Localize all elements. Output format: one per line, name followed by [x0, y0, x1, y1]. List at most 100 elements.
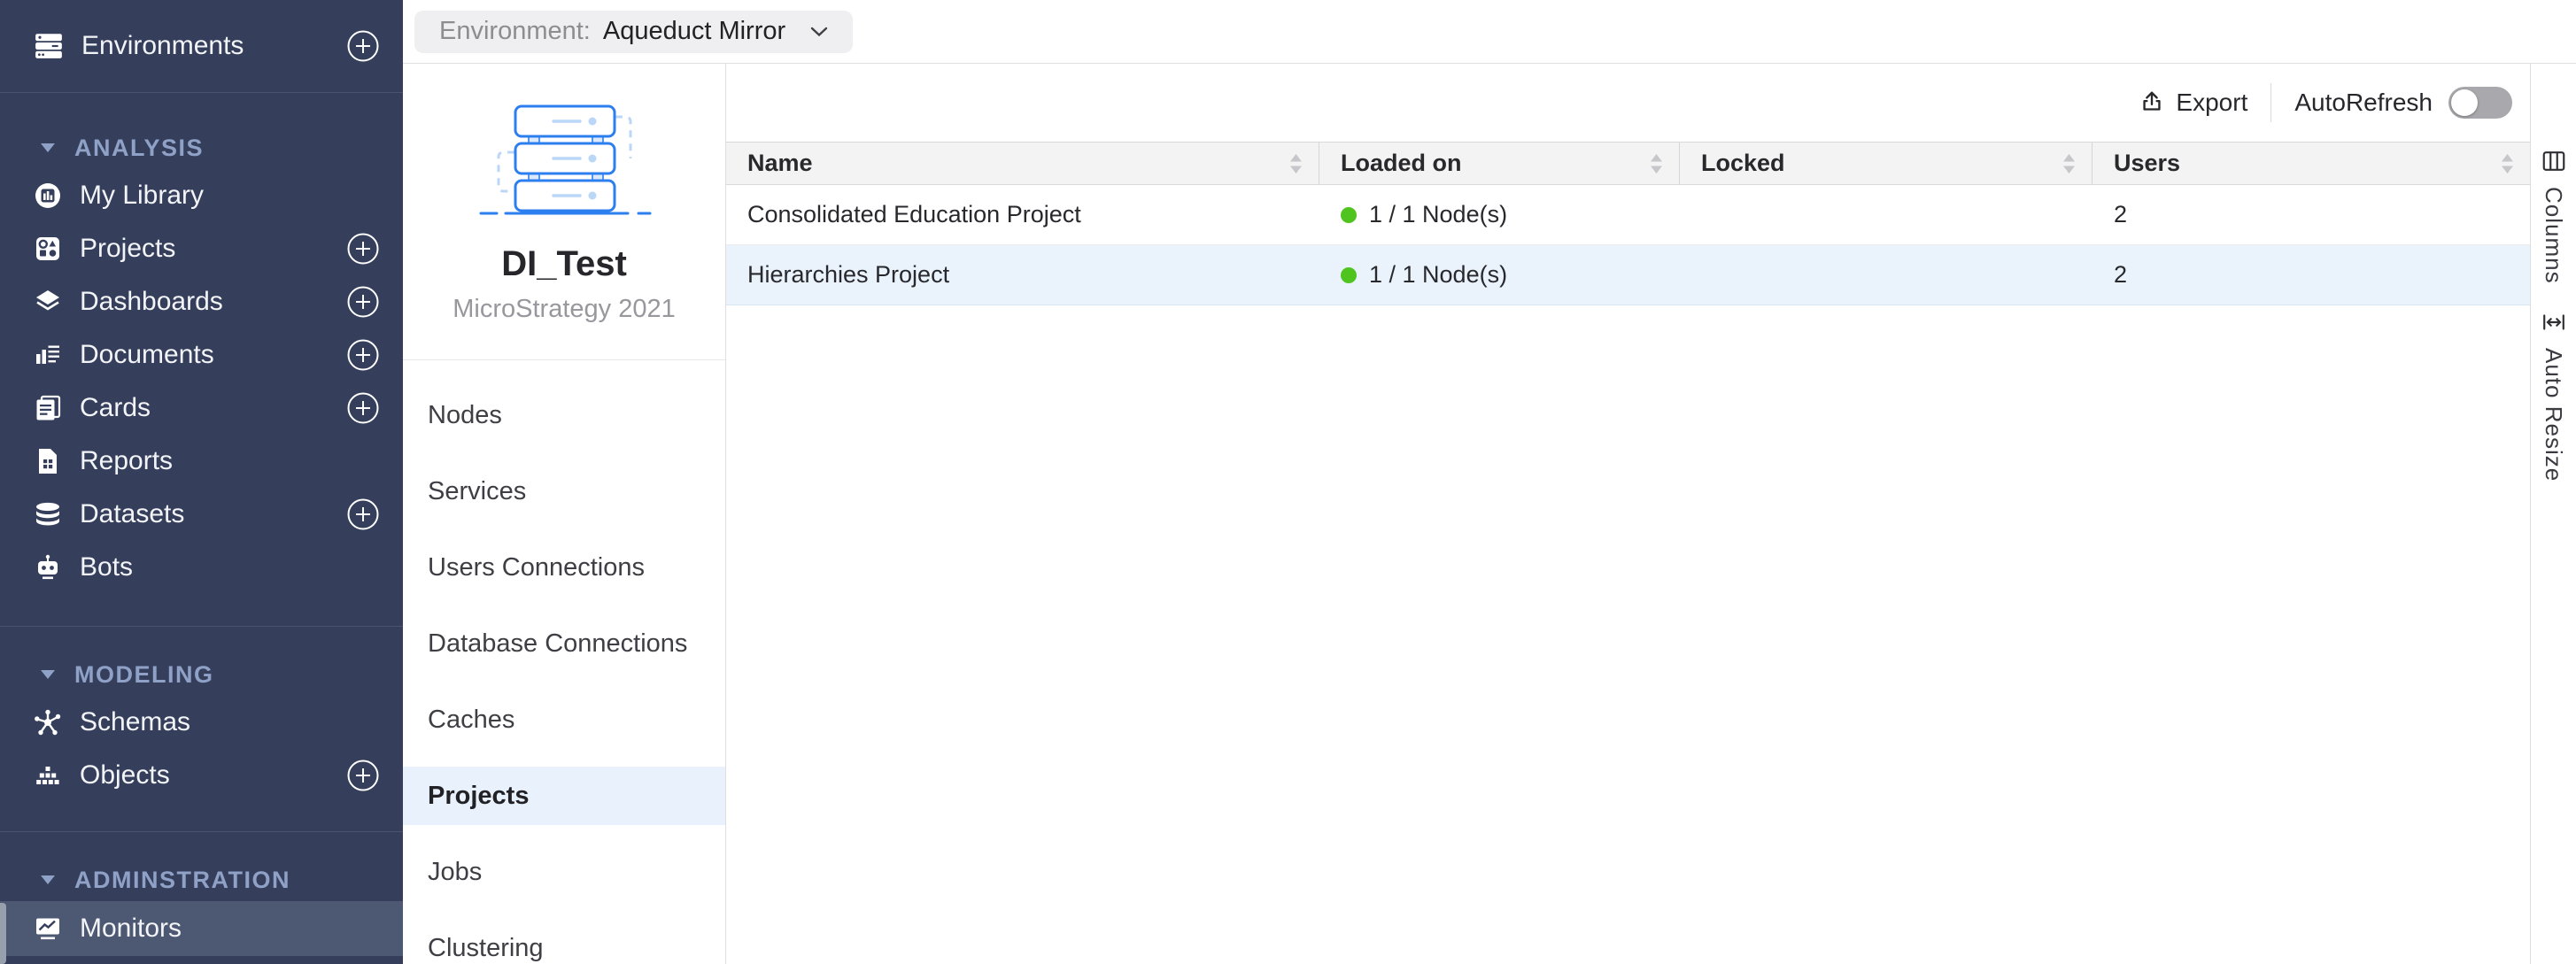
add-project-button[interactable] — [346, 232, 380, 266]
export-icon — [2139, 89, 2165, 116]
cell-users: 2 — [2093, 185, 2530, 244]
column-header-loaded-on[interactable]: Loaded on — [1319, 143, 1680, 184]
sort-icon[interactable] — [2062, 153, 2076, 174]
sidebar-item-monitors[interactable]: Monitors — [0, 901, 403, 956]
autorefresh-toggle[interactable] — [2448, 87, 2512, 119]
toggle-knob — [2451, 89, 2478, 116]
columns-rail-label[interactable]: Columns — [2540, 187, 2567, 284]
sidebar-item-dashboards[interactable]: Dashboards — [0, 275, 403, 328]
workstation-window: Environments ANALYSIS My Library Project… — [0, 0, 2576, 964]
sidebar-item-my-library[interactable]: My Library — [0, 169, 403, 222]
documents-icon — [34, 341, 62, 369]
column-header-label: Locked — [1701, 150, 1785, 177]
sidebar-item-label: My Library — [80, 181, 204, 211]
environment-version: MicroStrategy 2021 — [403, 295, 725, 324]
menu-item-projects[interactable]: Projects — [403, 767, 725, 825]
sidebar-item-label: Dashboards — [80, 287, 223, 317]
dashboards-icon — [34, 288, 62, 316]
projects-table: Name Loaded on Locked Users Consolidated — [726, 142, 2530, 305]
sidebar-item-bots[interactable]: Bots — [0, 541, 403, 594]
loaded-on-text: 1 / 1 Node(s) — [1369, 261, 1507, 289]
environment-name: DI_Test — [403, 244, 725, 284]
grid-toolbar: Export AutoRefresh — [726, 64, 2530, 142]
loaded-on-text: 1 / 1 Node(s) — [1369, 201, 1507, 228]
environments-icon — [34, 31, 64, 61]
sort-icon[interactable] — [1650, 153, 1663, 174]
column-header-label: Loaded on — [1341, 150, 1462, 177]
section-label: ADMINSTRATION — [74, 867, 290, 894]
toolbar-divider — [2270, 83, 2271, 122]
add-document-button[interactable] — [346, 338, 380, 372]
add-dashboard-button[interactable] — [346, 285, 380, 319]
export-button[interactable]: Export — [2139, 89, 2247, 117]
reports-icon — [34, 447, 62, 475]
status-dot-green — [1341, 267, 1357, 283]
schemas-icon — [34, 708, 62, 736]
sidebar-item-documents[interactable]: Documents — [0, 328, 403, 382]
sort-icon[interactable] — [1289, 153, 1303, 174]
chevron-down-icon — [810, 26, 828, 37]
sidebar-item-label: Projects — [80, 234, 175, 264]
sidebar-item-label: Bots — [80, 552, 133, 582]
add-card-button[interactable] — [346, 391, 380, 425]
environment-panel: DI_Test MicroStrategy 2021 Nodes Service… — [403, 64, 726, 964]
column-header-name[interactable]: Name — [726, 143, 1319, 184]
sidebar-item-cards[interactable]: Cards — [0, 382, 403, 435]
sidebar-section-modeling[interactable]: MODELING — [0, 653, 403, 696]
cell-users: 2 — [2093, 245, 2530, 305]
menu-item-services[interactable]: Services — [403, 462, 725, 521]
objects-icon — [34, 761, 62, 790]
add-object-button[interactable] — [346, 759, 380, 792]
sidebar-divider — [0, 626, 403, 627]
cell-loaded-on: 1 / 1 Node(s) — [1319, 185, 1680, 244]
sidebar-item-label: Objects — [80, 760, 170, 790]
export-label: Export — [2176, 89, 2247, 117]
bots-icon — [34, 553, 62, 582]
add-dataset-button[interactable] — [346, 497, 380, 531]
menu-item-users-connections[interactable]: Users Connections — [403, 538, 725, 597]
menu-item-nodes[interactable]: Nodes — [403, 386, 725, 444]
add-environment-button[interactable] — [346, 29, 380, 63]
menu-item-clustering[interactable]: Clustering — [403, 919, 725, 964]
sidebar-item-environments[interactable]: Environments — [0, 0, 403, 92]
auto-resize-icon[interactable] — [2541, 309, 2567, 335]
cell-locked — [1680, 185, 2093, 244]
section-label: ANALYSIS — [74, 135, 204, 162]
sidebar-item-projects[interactable]: Projects — [0, 222, 403, 275]
sidebar-environments-label: Environments — [81, 31, 244, 61]
columns-icon[interactable] — [2541, 148, 2567, 174]
sidebar-item-reports[interactable]: Reports — [0, 435, 403, 488]
sort-icon[interactable] — [2501, 153, 2514, 174]
projects-content: Export AutoRefresh Name Loaded on Locked — [726, 64, 2530, 964]
column-header-users[interactable]: Users — [2093, 143, 2530, 184]
sidebar-item-label: Monitors — [80, 914, 182, 944]
table-row[interactable]: Consolidated Education Project 1 / 1 Nod… — [726, 185, 2530, 245]
sidebar-section-adminstration[interactable]: ADMINSTRATION — [0, 859, 403, 901]
sidebar-scrollbar[interactable] — [0, 903, 6, 964]
sidebar-section-analysis[interactable]: ANALYSIS — [0, 127, 403, 169]
sidebar-item-objects[interactable]: Objects — [0, 749, 403, 802]
environment-selector-value: Aqueduct Mirror — [603, 17, 785, 46]
menu-item-caches[interactable]: Caches — [403, 690, 725, 749]
sidebar-item-label: Cards — [80, 393, 151, 423]
menu-item-jobs[interactable]: Jobs — [403, 843, 725, 901]
sidebar-item-datasets[interactable]: Datasets — [0, 488, 403, 541]
sidebar-item-schemas[interactable]: Schemas — [0, 696, 403, 749]
environment-selector[interactable]: Environment: Aqueduct Mirror — [414, 11, 853, 53]
status-dot-green — [1341, 207, 1357, 223]
grid-side-rail: Columns Auto Resize — [2530, 64, 2576, 964]
sidebar-item-label: Schemas — [80, 707, 190, 737]
column-header-label: Name — [747, 150, 813, 177]
section-label: MODELING — [74, 661, 214, 689]
column-header-locked[interactable]: Locked — [1680, 143, 2093, 184]
cards-icon — [34, 394, 62, 422]
chevron-down-icon — [41, 670, 55, 679]
cell-name: Hierarchies Project — [726, 245, 1319, 305]
menu-item-database-connections[interactable]: Database Connections — [403, 614, 725, 673]
datasets-icon — [34, 500, 62, 528]
table-row[interactable]: Hierarchies Project 1 / 1 Node(s) 2 — [726, 245, 2530, 305]
sidebar-item-label: Documents — [80, 340, 214, 370]
top-bar: Environment: Aqueduct Mirror — [403, 0, 2576, 64]
environment-selector-label: Environment: — [439, 17, 591, 46]
auto-resize-rail-label[interactable]: Auto Resize — [2540, 348, 2567, 482]
